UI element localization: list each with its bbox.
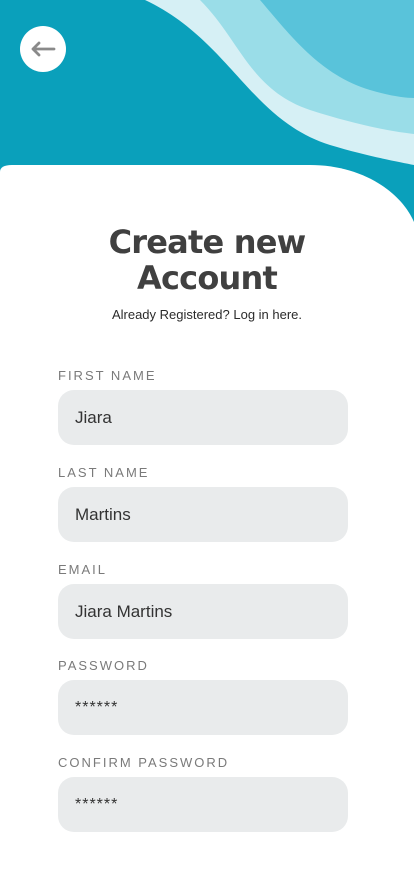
password-field[interactable]: ****** bbox=[58, 680, 348, 735]
confirm-password-label: CONFIRM PASSWORD bbox=[58, 755, 230, 770]
first-name-field[interactable]: Jiara bbox=[58, 390, 348, 445]
login-prompt: Already Registered? Log in here. bbox=[0, 307, 414, 323]
first-name-label: FIRST NAME bbox=[58, 368, 157, 383]
login-link[interactable]: Log in here. bbox=[233, 307, 302, 322]
last-name-label: LAST NAME bbox=[58, 465, 150, 480]
header-background bbox=[0, 0, 414, 230]
arrow-left-icon bbox=[31, 41, 56, 57]
title-line-1: Create new bbox=[108, 223, 307, 261]
title-line-2: Account bbox=[137, 259, 278, 297]
back-button[interactable] bbox=[20, 26, 66, 72]
email-field[interactable]: Jiara Martins bbox=[58, 584, 348, 639]
password-label: PASSWORD bbox=[58, 658, 149, 673]
login-prompt-text: Already Registered? bbox=[111, 307, 234, 322]
last-name-field[interactable]: Martins bbox=[58, 487, 348, 542]
page-title: Create new Account bbox=[0, 224, 414, 296]
email-label: EMAIL bbox=[58, 562, 108, 577]
confirm-password-field[interactable]: ****** bbox=[58, 777, 348, 832]
